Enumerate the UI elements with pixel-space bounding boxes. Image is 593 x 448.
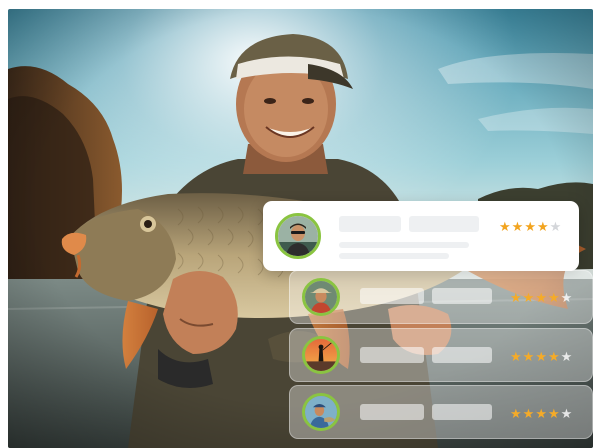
reviewer-name-placeholder (360, 404, 424, 420)
star-empty-icon: ★ (560, 290, 574, 305)
star-filled-icon: ★ (535, 406, 548, 421)
star-rating: ★★★★★ (510, 407, 573, 420)
star-empty-icon: ★ (549, 219, 563, 234)
review-card[interactable]: ★★★★★ (289, 270, 593, 324)
review-card[interactable]: ★★★★★ (263, 201, 579, 271)
review-text-placeholder (339, 253, 449, 259)
star-filled-icon: ★ (524, 219, 537, 234)
star-filled-icon: ★ (499, 219, 512, 234)
hero-image-panel: ★★★★★ ★★★★★ ★★★★★ ★★★★★ (8, 9, 593, 448)
star-filled-icon: ★ (511, 219, 525, 234)
star-rating: ★★★★★ (510, 350, 573, 363)
star-filled-icon: ★ (535, 349, 548, 364)
review-card[interactable]: ★★★★★ (289, 385, 593, 439)
star-filled-icon: ★ (536, 219, 550, 234)
star-filled-icon: ★ (522, 406, 536, 421)
review-meta-placeholder (409, 216, 479, 232)
star-filled-icon: ★ (547, 290, 561, 305)
star-empty-icon: ★ (560, 406, 574, 421)
reviewer-name-placeholder (360, 347, 424, 363)
star-empty-icon: ★ (560, 349, 574, 364)
star-rating: ★★★★★ (499, 220, 562, 233)
review-content: ★★★★★ (321, 201, 579, 271)
review-card[interactable]: ★★★★★ (289, 328, 593, 382)
review-meta-placeholder (432, 347, 492, 363)
star-filled-icon: ★ (522, 290, 536, 305)
star-filled-icon: ★ (510, 406, 523, 421)
review-meta-placeholder (432, 404, 492, 420)
reviewer-name-placeholder (339, 216, 401, 232)
star-filled-icon: ★ (522, 349, 536, 364)
star-filled-icon: ★ (510, 290, 523, 305)
review-meta-placeholder (432, 288, 492, 304)
star-filled-icon: ★ (535, 290, 548, 305)
review-text-placeholder (339, 242, 469, 248)
reviewer-avatar (302, 336, 340, 374)
star-filled-icon: ★ (547, 349, 561, 364)
review-content: ★★★★★ (340, 329, 592, 381)
reviewer-avatar (275, 213, 321, 259)
star-rating: ★★★★★ (510, 291, 573, 304)
star-filled-icon: ★ (510, 349, 523, 364)
reviewer-name-placeholder (360, 288, 424, 304)
reviewer-avatar (302, 278, 340, 316)
reviewer-avatar (302, 393, 340, 431)
review-content: ★★★★★ (340, 271, 592, 323)
review-content: ★★★★★ (340, 386, 592, 438)
star-filled-icon: ★ (547, 406, 561, 421)
